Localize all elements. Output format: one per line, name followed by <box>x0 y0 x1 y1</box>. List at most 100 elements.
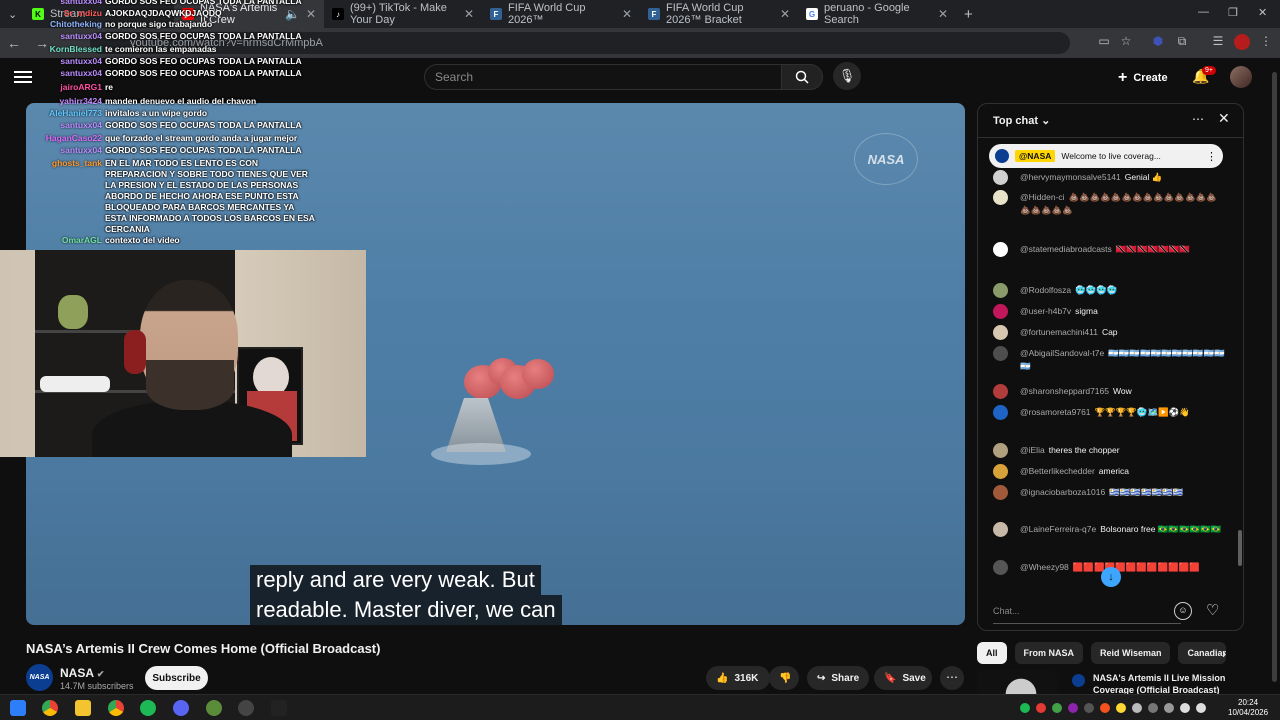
cast-icon[interactable]: ▭ <box>1096 34 1112 50</box>
spotify-icon[interactable] <box>140 700 156 716</box>
account-avatar[interactable] <box>1230 66 1252 88</box>
chat-avatar[interactable] <box>993 304 1008 319</box>
dislike-button[interactable]: 👎 <box>769 666 799 690</box>
subscribe-button[interactable]: Subscribe <box>145 666 208 690</box>
page-scrollbar-thumb[interactable] <box>1272 72 1277 682</box>
close-tab-icon[interactable]: ✕ <box>938 7 948 21</box>
chip-all[interactable]: All <box>977 642 1007 664</box>
tray-spotify-icon[interactable] <box>1020 703 1030 713</box>
chat-username[interactable]: @fortunemachini411 <box>1020 327 1098 337</box>
emoji-picker-icon[interactable]: ☺ <box>1174 602 1192 620</box>
puzzle-icon[interactable]: ⧉ <box>1174 34 1190 50</box>
wifi-icon[interactable] <box>1180 703 1190 713</box>
chip-reid-wiseman[interactable]: Reid Wiseman <box>1091 642 1171 664</box>
chevron-right-icon[interactable]: › <box>1222 646 1226 661</box>
channel-name[interactable]: NASA ✔ <box>60 666 104 680</box>
more-actions-button[interactable]: ⋯ <box>940 666 964 690</box>
chat-username[interactable]: @hervymaymonsalve5141 <box>1020 172 1121 182</box>
save-button[interactable]: 🔖 Save <box>874 666 932 690</box>
volume-icon[interactable] <box>1196 703 1206 713</box>
browser-tab[interactable]: ♪ (99+) TikTok - Make Your Day ✕ <box>324 0 482 28</box>
search-input[interactable]: Search <box>424 64 782 90</box>
chat-username[interactable]: @AbigailSandoval-t7e <box>1020 348 1104 358</box>
chat-username[interactable]: @Hidden-ci <box>1020 192 1065 202</box>
chat-avatar[interactable] <box>993 384 1008 399</box>
close-icon[interactable]: ✕ <box>1218 110 1230 127</box>
scroll-to-bottom-button[interactable]: ↓ <box>1101 567 1121 587</box>
tray-icon[interactable] <box>1068 703 1078 713</box>
browser-tab[interactable]: G peruano - Google Search ✕ <box>798 0 956 28</box>
chat-avatar[interactable] <box>993 170 1008 185</box>
chat-scroll-thumb[interactable] <box>1238 530 1242 566</box>
tray-icon[interactable] <box>1164 703 1174 713</box>
minimize-icon[interactable]: — <box>1198 6 1209 18</box>
xbox-icon[interactable] <box>206 700 222 716</box>
tray-icon[interactable] <box>1052 703 1062 713</box>
voice-search-button[interactable]: 🎙 <box>833 62 861 90</box>
chat-avatar[interactable] <box>993 560 1008 575</box>
pinned-more-icon[interactable]: ⋮ <box>1206 150 1217 163</box>
kick-app-icon[interactable] <box>271 700 287 716</box>
chat-username[interactable]: @ignaciobarboza1016 <box>1020 487 1105 497</box>
recommended-video[interactable]: NASA's Artemis II Live Mission Coverage … <box>977 670 1247 700</box>
chrome-icon[interactable] <box>42 700 58 716</box>
close-tab-icon[interactable]: ✕ <box>622 7 632 21</box>
chat-message-list[interactable]: @hervymaymonsalve5141 Genial 👍 @Hidden-ci 💩… <box>978 170 1240 590</box>
tray-icon[interactable] <box>1116 703 1126 713</box>
chrome-icon[interactable] <box>108 700 124 716</box>
chat-avatar[interactable] <box>993 325 1008 340</box>
file-explorer-icon[interactable] <box>75 700 91 716</box>
tray-icon[interactable] <box>1148 703 1158 713</box>
chat-avatar[interactable] <box>993 283 1008 298</box>
system-clock[interactable]: 20:24 10/04/2026 <box>1228 698 1268 718</box>
browser-tab[interactable]: F FIFA World Cup 2026™ ✕ <box>482 0 640 28</box>
chat-mode-dropdown[interactable]: Top chat ⌄ <box>993 114 1050 127</box>
chat-username[interactable]: @user-h4b7v <box>1020 306 1071 316</box>
tray-icon[interactable] <box>1084 703 1094 713</box>
chat-username[interactable]: @iElia <box>1020 445 1045 455</box>
chat-avatar[interactable] <box>993 190 1008 205</box>
profile-icon[interactable] <box>1234 34 1250 50</box>
tray-icon[interactable] <box>1100 703 1110 713</box>
close-tab-icon[interactable]: ✕ <box>464 7 474 21</box>
chat-avatar[interactable] <box>993 346 1008 361</box>
obs-icon[interactable] <box>238 700 254 716</box>
chip-from-nasa[interactable]: From NASA <box>1014 642 1084 664</box>
share-button[interactable]: ↪ Share <box>807 666 869 690</box>
restore-icon[interactable]: ❐ <box>1228 6 1238 19</box>
new-tab-button[interactable]: + <box>956 0 980 28</box>
chat-username[interactable]: @rosamoreta9761 <box>1020 407 1091 417</box>
chat-username[interactable]: @Rodolfosza <box>1020 285 1071 295</box>
search-button[interactable] <box>781 64 823 90</box>
chip-canadian[interactable]: Canadian <box>1178 642 1227 664</box>
chat-more-icon[interactable]: ⋯ <box>1192 112 1204 126</box>
sidebar-icon[interactable]: ☰ <box>1210 34 1226 50</box>
chat-username[interactable]: @sharonsheppard7165 <box>1020 386 1109 396</box>
chat-avatar[interactable] <box>993 443 1008 458</box>
windows-start-icon[interactable] <box>10 700 26 716</box>
channel-avatar[interactable]: NASA <box>26 664 53 691</box>
like-button[interactable]: 👍 316K <box>706 666 770 690</box>
close-tab-icon[interactable]: ✕ <box>780 7 790 21</box>
chat-avatar[interactable] <box>993 405 1008 420</box>
chat-avatar[interactable] <box>993 522 1008 537</box>
discord-icon[interactable] <box>173 700 189 716</box>
chat-username[interactable]: @Wheezy98 <box>1020 562 1069 572</box>
pinned-message[interactable]: @NASA Welcome to live coverag... ⋮ <box>989 144 1223 168</box>
star-icon[interactable]: ☆ <box>1118 34 1134 50</box>
chat-username[interactable]: @Betterlikechedder <box>1020 466 1095 476</box>
extension-icon[interactable]: ⬢ <box>1150 34 1166 50</box>
chat-input[interactable]: Chat... <box>993 600 1181 624</box>
chat-avatar[interactable] <box>993 485 1008 500</box>
heart-reaction-icon[interactable]: ♡ <box>1206 601 1219 619</box>
close-window-icon[interactable]: ✕ <box>1258 6 1267 19</box>
kebab-menu-icon[interactable]: ⋮ <box>1258 34 1274 50</box>
chat-avatar[interactable] <box>993 242 1008 257</box>
create-button[interactable]: + Create <box>1118 66 1168 90</box>
chat-scrollbar[interactable] <box>1238 140 1242 592</box>
chat-username[interactable]: @statemediabroadcasts <box>1020 244 1112 254</box>
tray-icon[interactable] <box>1132 703 1142 713</box>
chat-avatar[interactable] <box>993 464 1008 479</box>
tray-icon[interactable] <box>1036 703 1046 713</box>
browser-tab[interactable]: F FIFA World Cup 2026™ Bracket ✕ <box>640 0 798 28</box>
